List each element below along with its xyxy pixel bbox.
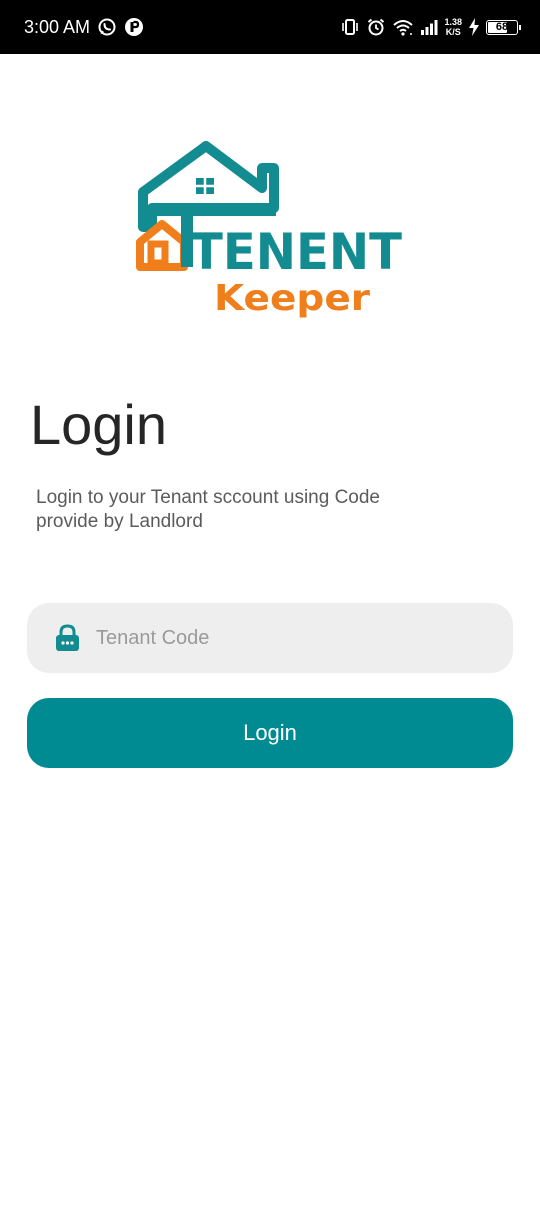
battery-level: 68: [495, 21, 509, 33]
status-time: 3:00 AM: [24, 17, 91, 37]
logo-text-main: TENENT: [190, 225, 402, 275]
alarm-icon: [368, 18, 385, 36]
logo-subword: Keeper: [214, 278, 370, 319]
tenant-code-input[interactable]: [96, 620, 496, 656]
status-icons: 1.38 K/S 68: [340, 14, 521, 40]
logo-text-sub: Keeper: [214, 278, 370, 319]
signal-icon: [421, 20, 438, 35]
vibrate-icon: [342, 19, 359, 35]
network-speed-value: 1.38: [444, 17, 462, 27]
login-button[interactable]: Login: [27, 698, 513, 768]
whatsapp-icon: [98, 18, 116, 36]
battery-icon: 68: [486, 19, 521, 35]
app-notification-icon: [125, 18, 143, 36]
network-speed: 1.38 K/S: [444, 17, 462, 37]
logo-wordmark: TENENT: [190, 225, 402, 275]
wifi-icon: [393, 20, 414, 36]
page-subtitle: Login to your Tenant sccount using Code …: [36, 487, 380, 532]
lock-icon: [56, 624, 79, 651]
page-title: Login: [30, 393, 168, 456]
network-speed-unit: K/S: [445, 27, 461, 37]
charging-icon: [469, 18, 479, 36]
status-bar: 3:00 AM 1.38 K/S 68: [0, 0, 540, 54]
